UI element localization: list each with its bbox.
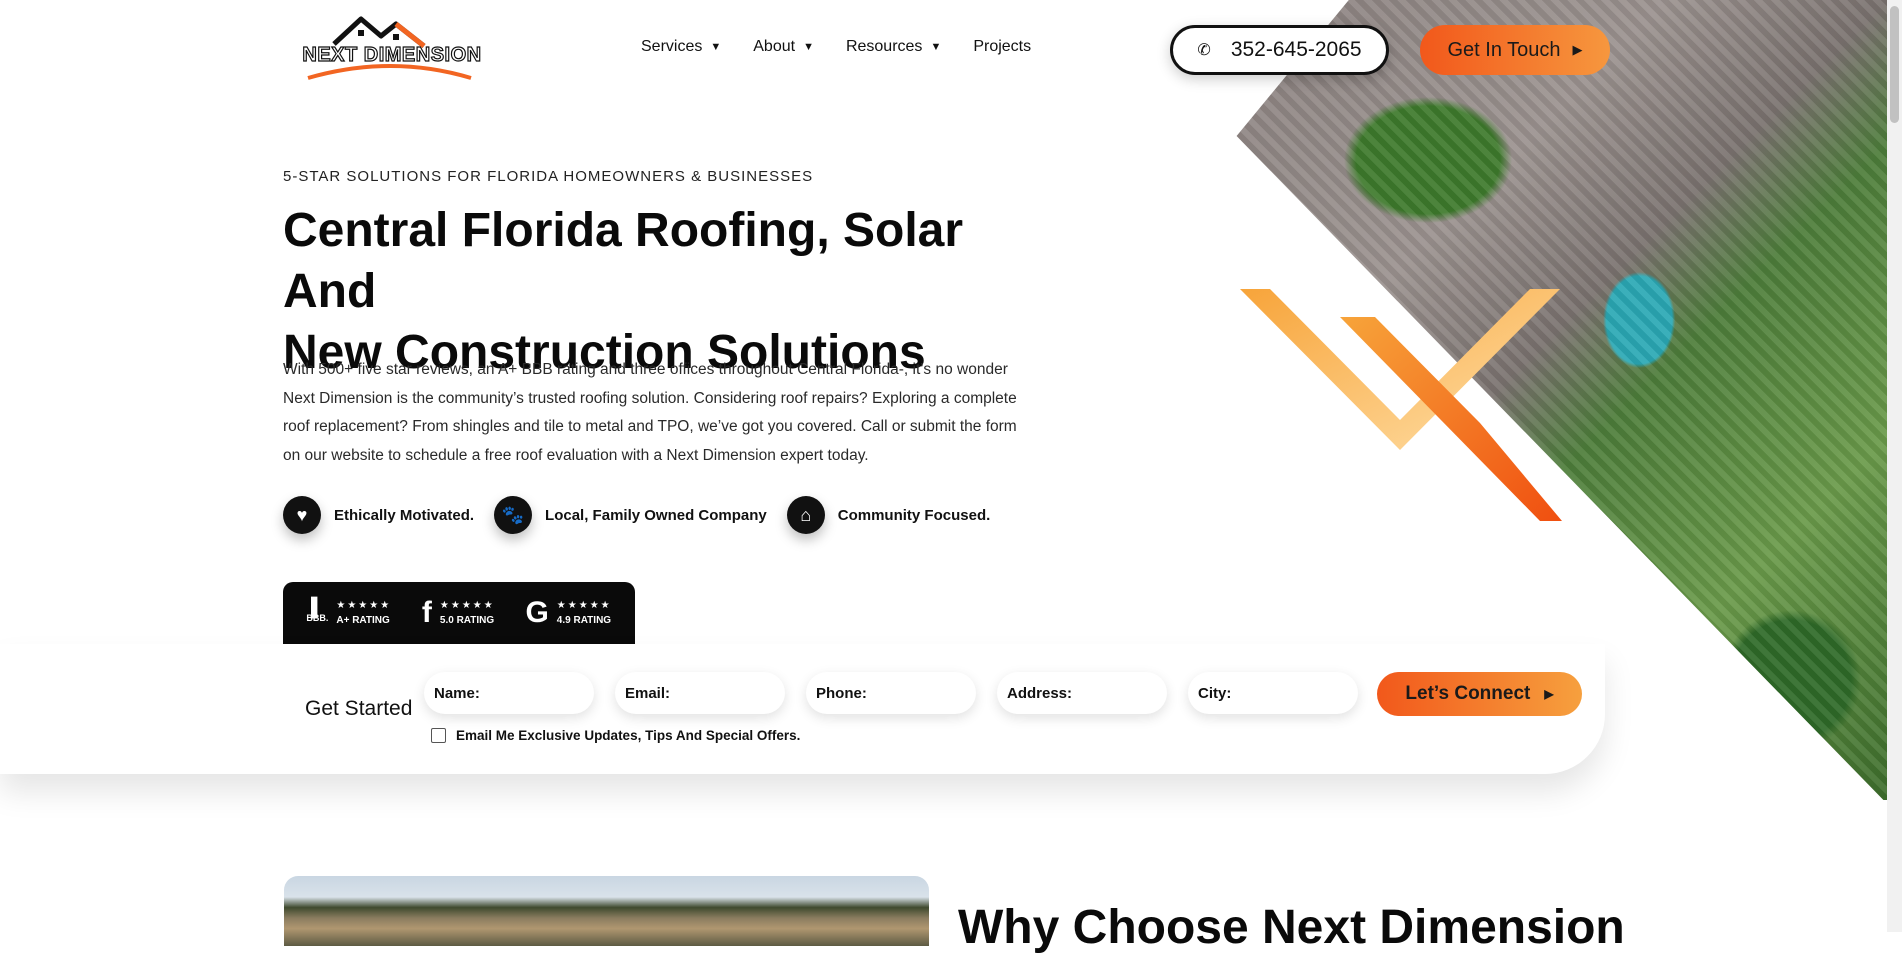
phone-number: 352-645-2065 (1230, 38, 1362, 61)
logo[interactable]: NEXT DIMENSION (296, 14, 486, 86)
rating-google[interactable]: G ★★★★★ 4.9 RATING (525, 598, 611, 628)
google-stars: ★★★★★ (556, 600, 612, 611)
nav-projects[interactable]: Projects (973, 38, 1031, 56)
lets-connect-button[interactable]: Let’s Connect ▶ (1377, 672, 1582, 716)
value-ethical-label: Ethically Motivated. (334, 506, 475, 524)
ratings-bar: ▌ BBB. ★★★★★ A+ RATING f ★★★★★ 5.0 RATIN… (283, 582, 635, 644)
email-field[interactable] (615, 672, 785, 714)
hero-intro: With 500+ five star reviews, an A+ BBB r… (283, 361, 1017, 464)
nav-about[interactable]: About ▼ (753, 38, 814, 56)
value-ethical: ♥ Ethically Motivated. (283, 496, 474, 534)
logo-text: NEXT DIMENSION (302, 43, 482, 66)
nav-resources-label: Resources (845, 38, 923, 55)
facebook-icon: f (421, 596, 432, 629)
get-in-touch-label: Get In Touch (1447, 38, 1561, 61)
caret-down-icon: ▼ (930, 41, 942, 53)
nav-services-label: Services (641, 38, 703, 55)
name-field[interactable] (424, 672, 594, 714)
play-arrow-icon: ▶ (1544, 687, 1554, 701)
neighborhood-photo (284, 876, 929, 946)
nav-services[interactable]: Services ▼ (641, 38, 721, 56)
email-optin[interactable]: Email Me Exclusive Updates, Tips And Spe… (431, 728, 800, 743)
family-icon: 🐾 (494, 496, 533, 534)
get-in-touch-button[interactable]: Get In Touch ▶ (1420, 25, 1610, 75)
form-title: Get Started (305, 697, 413, 720)
rating-facebook[interactable]: f ★★★★★ 5.0 RATING (422, 598, 495, 628)
nav-projects-label: Projects (973, 38, 1032, 55)
headline-line-1: Central Florida Roofing, Solar And (283, 204, 964, 318)
nav-about-label: About (753, 38, 796, 55)
city-field[interactable] (1188, 672, 1358, 714)
main-nav: Services ▼ About ▼ Resources ▼ Projects (641, 38, 1063, 56)
optin-checkbox[interactable] (431, 728, 446, 743)
caret-down-icon: ▼ (803, 41, 814, 53)
nav-resources[interactable]: Resources ▼ (846, 38, 941, 56)
caret-down-icon: ▼ (710, 41, 722, 53)
value-family-label: Local, Family Owned Company (545, 506, 767, 524)
heart-icon: ♥ (283, 496, 321, 534)
value-community: ⌂ Community Focused. (786, 496, 991, 534)
value-props: ♥ Ethically Motivated. 🐾 Local, Family O… (283, 496, 1010, 534)
page-scrollbar[interactable] (1887, 0, 1902, 932)
address-field[interactable] (997, 672, 1167, 714)
google-icon: G (525, 596, 549, 629)
optin-label: Email Me Exclusive Updates, Tips And Spe… (456, 728, 801, 743)
bbb-rating-label: A+ RATING (336, 615, 390, 626)
play-arrow-icon: ▶ (1572, 42, 1583, 57)
value-family: 🐾 Local, Family Owned Company (494, 496, 767, 534)
google-rating-label: 4.9 RATING (556, 615, 612, 626)
phone-field[interactable] (806, 672, 976, 714)
phone-button[interactable]: ✆ 352-645-2065 (1170, 25, 1389, 75)
value-community-label: Community Focused. (837, 506, 991, 524)
bbb-icon: ▌ BBB. (306, 597, 329, 623)
chevron-graphic (1240, 289, 1562, 521)
facebook-rating-label: 5.0 RATING (439, 615, 495, 626)
hero-eyebrow: 5-STAR SOLUTIONS FOR FLORIDA HOMEOWNERS … (283, 168, 814, 185)
scrollbar-thumb[interactable] (1890, 6, 1899, 123)
section-title: Why Choose Next Dimension (958, 901, 1625, 954)
lets-connect-label: Let’s Connect (1405, 683, 1531, 704)
rating-bbb[interactable]: ▌ BBB. ★★★★★ A+ RATING (306, 597, 392, 626)
facebook-stars: ★★★★★ (439, 600, 495, 611)
bbb-stars: ★★★★★ (336, 600, 392, 611)
phone-icon: ✆ (1197, 42, 1211, 59)
community-icon: ⌂ (786, 496, 825, 534)
lead-form-card (0, 644, 1605, 774)
